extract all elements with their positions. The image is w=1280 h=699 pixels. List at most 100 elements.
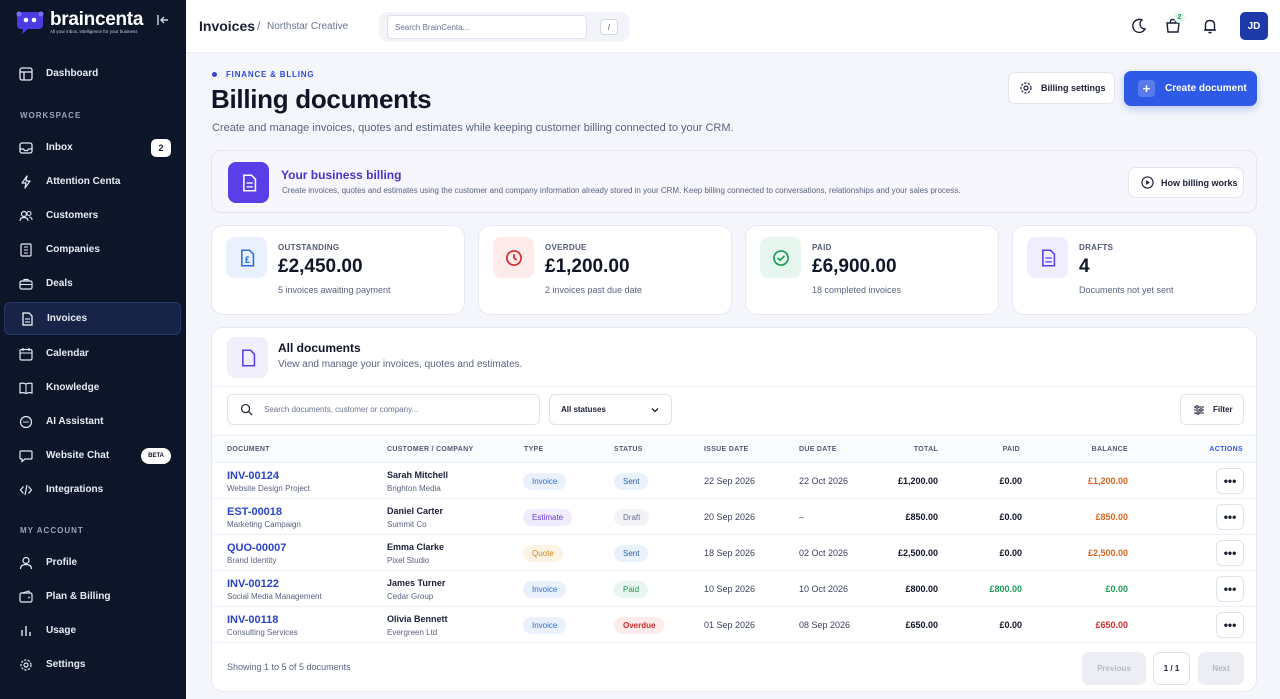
section-label-my-account: MY ACCOUNT (20, 526, 84, 535)
inbox-count-badge: 2 (151, 139, 171, 157)
balance-amount: £1,200.00 (1087, 476, 1128, 486)
column-header-customer: CUSTOMER / COMPANY (387, 446, 474, 453)
filter-button[interactable]: Filter (1180, 394, 1244, 425)
sidebar-item-inbox[interactable]: Inbox 2 (4, 131, 181, 164)
next-page-button[interactable]: Next (1198, 652, 1244, 685)
sidebar-item-label: Inbox (46, 142, 73, 153)
moon-icon[interactable] (1130, 17, 1148, 35)
type-badge: Invoice (523, 617, 567, 634)
sidebar-item-plan-billing[interactable]: Plan & Billing (4, 580, 181, 613)
table-row[interactable]: QUO-00007 Brand Identity Emma Clarke Pix… (212, 535, 1256, 571)
stat-note: Documents not yet sent (1079, 285, 1174, 295)
sidebar-item-calendar[interactable]: Calendar (4, 337, 181, 370)
issue-date: 18 Sep 2026 (704, 548, 756, 558)
type-badge: Estimate (523, 509, 573, 526)
banner-title: Your business billing (281, 168, 402, 182)
sidebar-item-attention-centa[interactable]: Attention Centa (4, 165, 181, 198)
document-number[interactable]: INV-00118 (227, 614, 278, 626)
calendar-icon (18, 346, 34, 362)
due-date: 02 Oct 2026 (799, 548, 849, 558)
previous-page-button[interactable]: Previous (1082, 652, 1146, 685)
balance-amount: £850.00 (1095, 512, 1128, 522)
document-number[interactable]: INV-00124 (227, 470, 279, 482)
table-row[interactable]: INV-00124 Website Design Project Sarah M… (212, 463, 1256, 499)
file-pound-icon (226, 237, 267, 278)
row-actions-button[interactable]: ••• (1216, 540, 1244, 566)
sidebar-item-integrations[interactable]: Integrations (4, 473, 181, 506)
create-document-button[interactable]: + Create document (1124, 71, 1257, 106)
status-badge: Paid (614, 581, 649, 598)
breadcrumb-workspace[interactable]: Northstar Creative (267, 21, 348, 32)
paid-amount: £800.00 (989, 584, 1022, 594)
company-name: Summit Co (387, 520, 427, 529)
status-badge: Sent (614, 545, 649, 562)
sidebar-item-knowledge[interactable]: Knowledge (4, 371, 181, 404)
stat-label: OUTSTANDING (278, 243, 340, 252)
customer-name: Daniel Carter (387, 506, 444, 516)
topbar: Invoices / Northstar Creative Search Bra… (186, 0, 1280, 53)
sidebar-item-companies[interactable]: Companies (4, 233, 181, 266)
billing-settings-button[interactable]: Billing settings (1008, 72, 1115, 104)
total-amount: £1,200.00 (897, 476, 938, 486)
filter-label: Filter (1213, 405, 1233, 414)
stat-note: 18 completed invoices (812, 285, 902, 295)
column-header-type: TYPE (524, 446, 544, 453)
sidebar-item-usage[interactable]: Usage (4, 614, 181, 647)
beta-badge: BETA (141, 448, 171, 464)
stat-value: £1,200.00 (545, 256, 630, 277)
global-search-input[interactable]: Search BrainCenta... (387, 15, 587, 39)
stat-label: OVERDUE (545, 243, 587, 252)
document-number[interactable]: QUO-00007 (227, 542, 286, 554)
brand-tagline: All your inbox, intelligence for your bu… (50, 29, 138, 34)
sidebar-item-settings[interactable]: Settings (4, 648, 181, 681)
table-row[interactable]: INV-00122 Social Media Management James … (212, 571, 1256, 607)
sidebar-item-profile[interactable]: Profile (4, 546, 181, 579)
status-filter-value: All statuses (561, 405, 606, 414)
row-actions-button[interactable]: ••• (1216, 504, 1244, 530)
table-row[interactable]: INV-00118 Consulting Services Olivia Ben… (212, 607, 1256, 643)
sidebar-item-label: Calendar (46, 348, 89, 359)
sidebar-item-deals[interactable]: Deals (4, 267, 181, 300)
status-filter-select[interactable]: All statuses (549, 394, 672, 425)
cart-count-badge: 2 (1174, 12, 1185, 23)
customer-name: James Turner (387, 578, 446, 588)
stat-value: £2,450.00 (278, 256, 363, 277)
sidebar-item-website-chat[interactable]: Website Chat BETA (4, 439, 181, 472)
column-header-due-date: DUE DATE (799, 446, 837, 453)
sidebar-item-label: Settings (46, 659, 86, 670)
sidebar-item-ai-assistant[interactable]: AI Assistant (4, 405, 181, 438)
stat-card-outstanding: OUTSTANDING £2,450.00 5 invoices awaitin… (211, 225, 465, 315)
row-actions-button[interactable]: ••• (1216, 576, 1244, 602)
page-subtitle: Create and manage invoices, quotes and e… (212, 122, 734, 134)
avatar[interactable]: JD (1240, 12, 1268, 40)
how-billing-works-button[interactable]: How billing works (1128, 167, 1244, 198)
table-row[interactable]: EST-00018 Marketing Campaign Daniel Cart… (212, 499, 1256, 535)
paid-amount: £0.00 (999, 620, 1022, 630)
type-badge: Invoice (523, 581, 567, 598)
stat-note: 2 invoices past due date (545, 285, 643, 295)
bell-icon[interactable] (1201, 17, 1219, 35)
document-description: Brand Identity (227, 556, 277, 565)
column-header-paid: PAID (1002, 446, 1020, 453)
company-name: Pixel Studio (387, 556, 430, 565)
users-icon (18, 208, 34, 224)
document-description: Consulting Services (227, 628, 298, 637)
wallet-icon (18, 589, 34, 605)
collapse-sidebar-icon[interactable] (155, 12, 171, 28)
search-icon (240, 403, 253, 416)
documents-search-input[interactable]: Search documents, customer or company... (227, 394, 540, 425)
document-number[interactable]: EST-00018 (227, 506, 282, 518)
sidebar-item-dashboard[interactable]: Dashboard (4, 57, 181, 90)
document-number[interactable]: INV-00122 (227, 578, 279, 590)
usage-icon (18, 623, 34, 639)
row-actions-button[interactable]: ••• (1216, 468, 1244, 494)
gear-icon (18, 657, 34, 673)
page-title: Billing documents (211, 84, 432, 114)
how-billing-works-label: How billing works (1161, 177, 1238, 188)
sidebar-item-customers[interactable]: Customers (4, 199, 181, 232)
row-actions-button[interactable]: ••• (1216, 612, 1244, 638)
column-header-status: STATUS (614, 446, 643, 453)
balance-amount: £0.00 (1105, 584, 1128, 594)
sidebar-item-invoices[interactable]: Invoices (4, 302, 181, 335)
sidebar-item-label: Dashboard (46, 68, 99, 79)
